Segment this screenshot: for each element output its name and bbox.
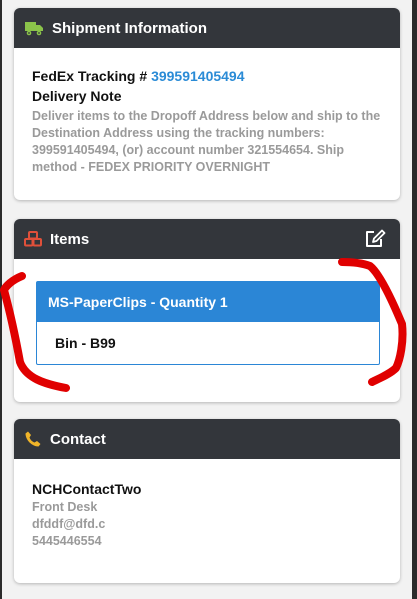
item-entry[interactable]: MS-PaperClips - Quantity 1 Bin - B99 bbox=[36, 281, 380, 365]
shipment-card: Shipment Information FedEx Tracking # 39… bbox=[14, 8, 400, 200]
contact-title: Contact bbox=[50, 430, 106, 448]
tracking-line: FedEx Tracking # 399591405494 bbox=[32, 68, 386, 84]
contact-header: Contact bbox=[14, 419, 400, 459]
contact-name: NCHContactTwo bbox=[32, 481, 142, 497]
contact-email[interactable]: dfddf@dfd.c bbox=[32, 517, 386, 531]
phone-icon bbox=[24, 430, 42, 448]
edit-icon[interactable] bbox=[364, 229, 386, 249]
tracking-number-link[interactable]: 399591405494 bbox=[151, 68, 244, 84]
items-header: Items bbox=[14, 219, 400, 259]
item-name: MS-PaperClips - Quantity 1 bbox=[37, 282, 379, 322]
shipment-header: Shipment Information bbox=[14, 8, 400, 48]
contact-role: Front Desk bbox=[32, 500, 98, 514]
items-title: Items bbox=[50, 230, 90, 248]
contact-card: Contact NCHContactTwo Front Desk dfddf@d… bbox=[14, 419, 400, 583]
delivery-note-title: Delivery Note bbox=[32, 88, 122, 104]
cubes-icon bbox=[24, 231, 42, 247]
window-edge-left bbox=[0, 0, 2, 599]
contact-phone[interactable]: 5445446554 bbox=[32, 534, 386, 548]
item-bin: Bin - B99 bbox=[55, 335, 116, 351]
tracking-label: FedEx Tracking # bbox=[32, 68, 152, 84]
items-card: Items MS-PaperClips - Quantity 1 Bin - B… bbox=[14, 219, 400, 402]
scrollbar[interactable] bbox=[412, 0, 417, 599]
delivery-note-text: Deliver items to the Dropoff Address bel… bbox=[32, 109, 381, 174]
shipping-truck-icon bbox=[24, 20, 44, 36]
shipment-title: Shipment Information bbox=[52, 19, 207, 37]
